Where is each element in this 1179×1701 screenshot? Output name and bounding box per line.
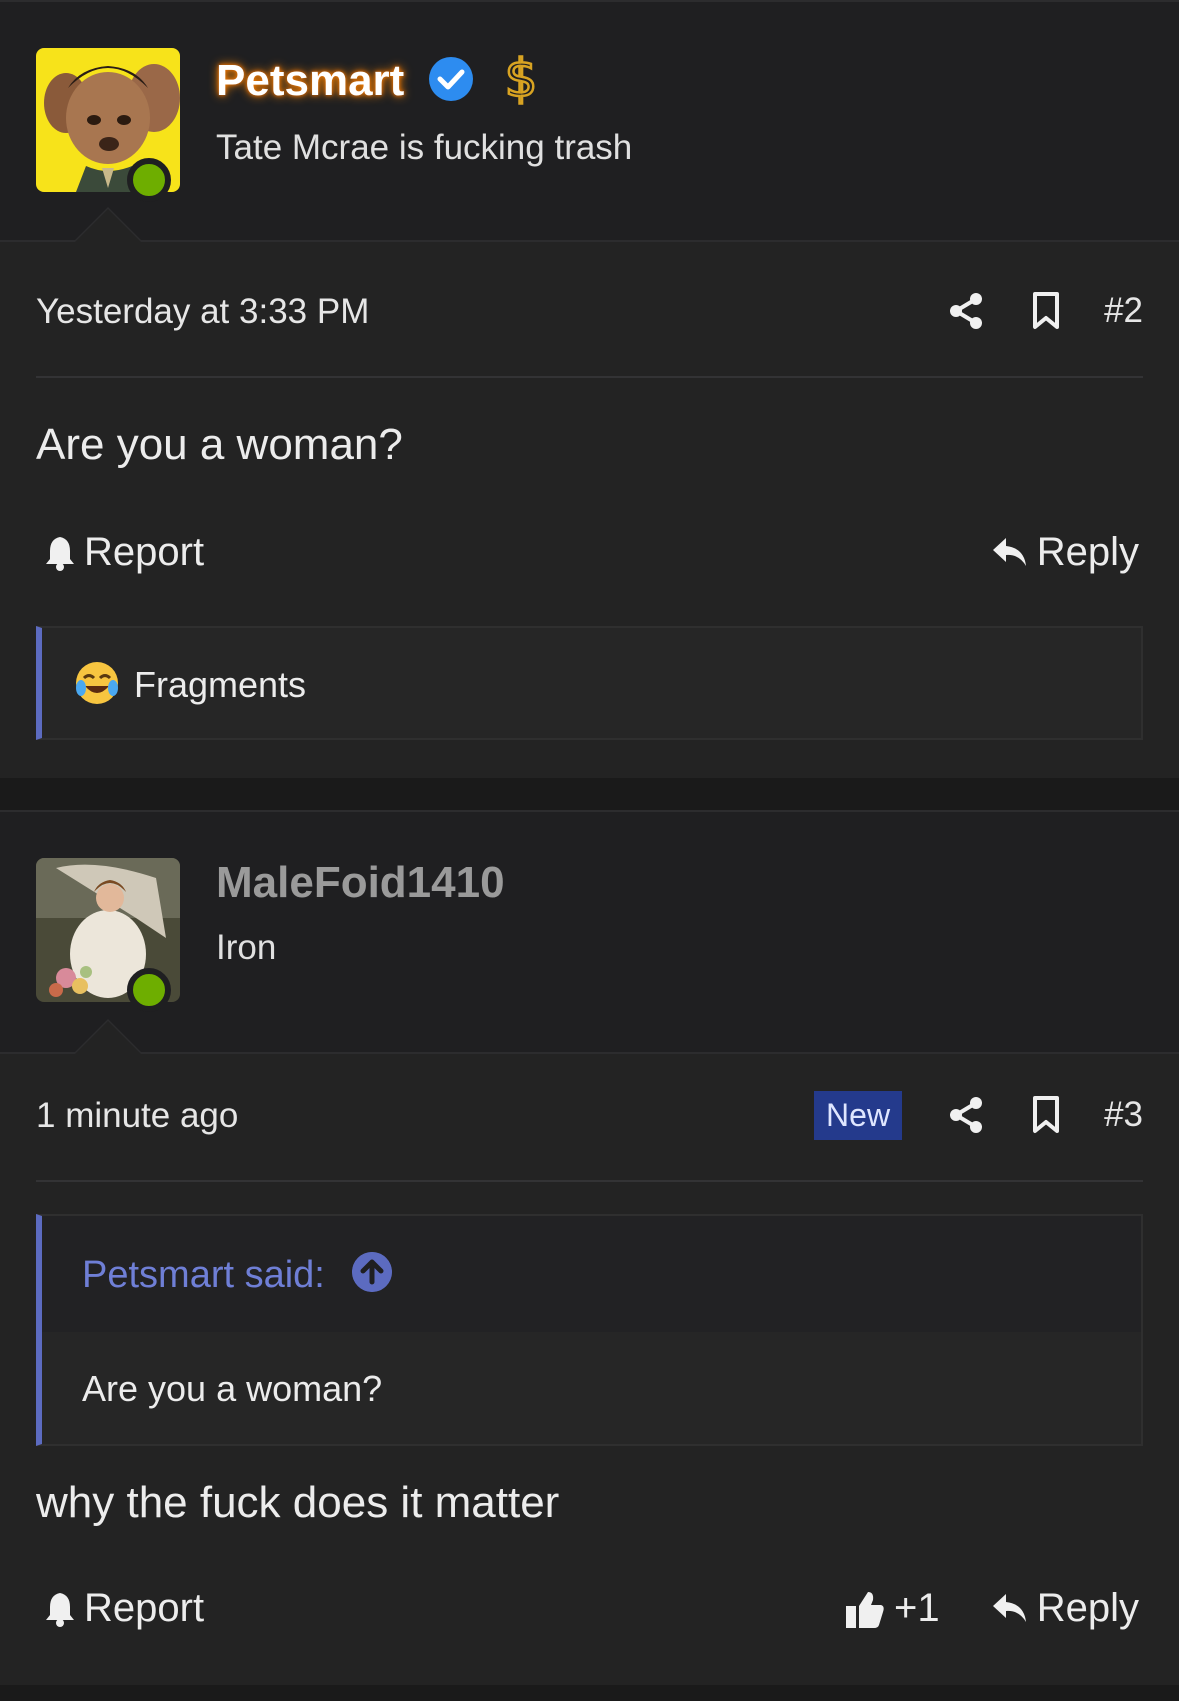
username[interactable]: Petsmart <box>216 56 404 106</box>
report-button[interactable]: Report <box>44 530 204 575</box>
post-timestamp[interactable]: 1 minute ago <box>36 1096 238 1136</box>
arrow-up-circle-icon[interactable] <box>352 1252 392 1292</box>
reply-button[interactable]: Reply <box>991 1586 1139 1631</box>
post-3: MaleFoid1410 Iron 1 minute ago New #3 Pe… <box>0 810 1179 1685</box>
like-button[interactable]: +1 <box>844 1586 940 1631</box>
bookmark-icon[interactable] <box>1006 286 1086 336</box>
post-separator <box>0 1685 1179 1701</box>
bookmark-icon[interactable] <box>1006 1090 1086 1140</box>
bell-icon <box>46 536 74 571</box>
report-button[interactable]: Report <box>44 1586 204 1631</box>
reaction-summary[interactable]: Fragments <box>36 626 1143 740</box>
share-icon[interactable] <box>926 286 1006 336</box>
reaction-users[interactable]: Fragments <box>134 664 306 706</box>
svg-text:$: $ <box>504 50 537 106</box>
bell-icon <box>46 1592 74 1627</box>
laughing-crying-emoji-icon <box>76 662 118 704</box>
new-badge: New <box>814 1090 903 1140</box>
post-content: Are you a woman? <box>36 420 403 469</box>
online-indicator <box>127 968 171 1012</box>
quote-header[interactable]: Petsmart said: <box>42 1216 1141 1332</box>
online-indicator <box>127 158 171 202</box>
post-timestamp[interactable]: Yesterday at 3:33 PM <box>36 292 369 332</box>
header-pointer <box>75 1021 141 1054</box>
post-number[interactable]: #3 <box>1104 1095 1143 1135</box>
reply-label: Reply <box>1036 1586 1139 1630</box>
username[interactable]: MaleFoid1410 <box>216 858 505 908</box>
verified-icon <box>429 57 473 101</box>
reply-icon <box>992 1593 1026 1622</box>
report-label: Report <box>84 1586 205 1630</box>
like-count: +1 <box>894 1586 940 1630</box>
post-content: why the fuck does it matter <box>36 1478 560 1527</box>
post-separator <box>0 778 1179 810</box>
user-header: MaleFoid1410 Iron <box>0 810 1179 1054</box>
quote-author[interactable]: Petsmart said: <box>82 1254 325 1297</box>
quote-block: Petsmart said: Are you a woman? <box>36 1214 1143 1446</box>
reply-label: Reply <box>1036 530 1139 574</box>
post-meta: 1 minute ago New #3 <box>36 1060 1143 1182</box>
user-header: Petsmart $ Tate Mcrae is fucking trash <box>0 0 1179 242</box>
thumbs-up-icon <box>846 1591 884 1628</box>
reply-button[interactable]: Reply <box>991 530 1139 575</box>
post-number[interactable]: #2 <box>1104 291 1143 331</box>
dollar-icon: $ <box>503 50 539 106</box>
user-title: Iron <box>216 928 277 967</box>
report-label: Report <box>84 530 205 574</box>
header-pointer <box>75 209 141 242</box>
reply-icon <box>992 537 1026 566</box>
share-icon[interactable] <box>926 1090 1006 1140</box>
user-title: Tate Mcrae is fucking trash <box>216 128 633 167</box>
post-2: Petsmart $ Tate Mcrae is fucking trash Y… <box>0 0 1179 778</box>
post-meta: Yesterday at 3:33 PM #2 <box>36 256 1143 378</box>
quote-text: Are you a woman? <box>82 1368 383 1409</box>
